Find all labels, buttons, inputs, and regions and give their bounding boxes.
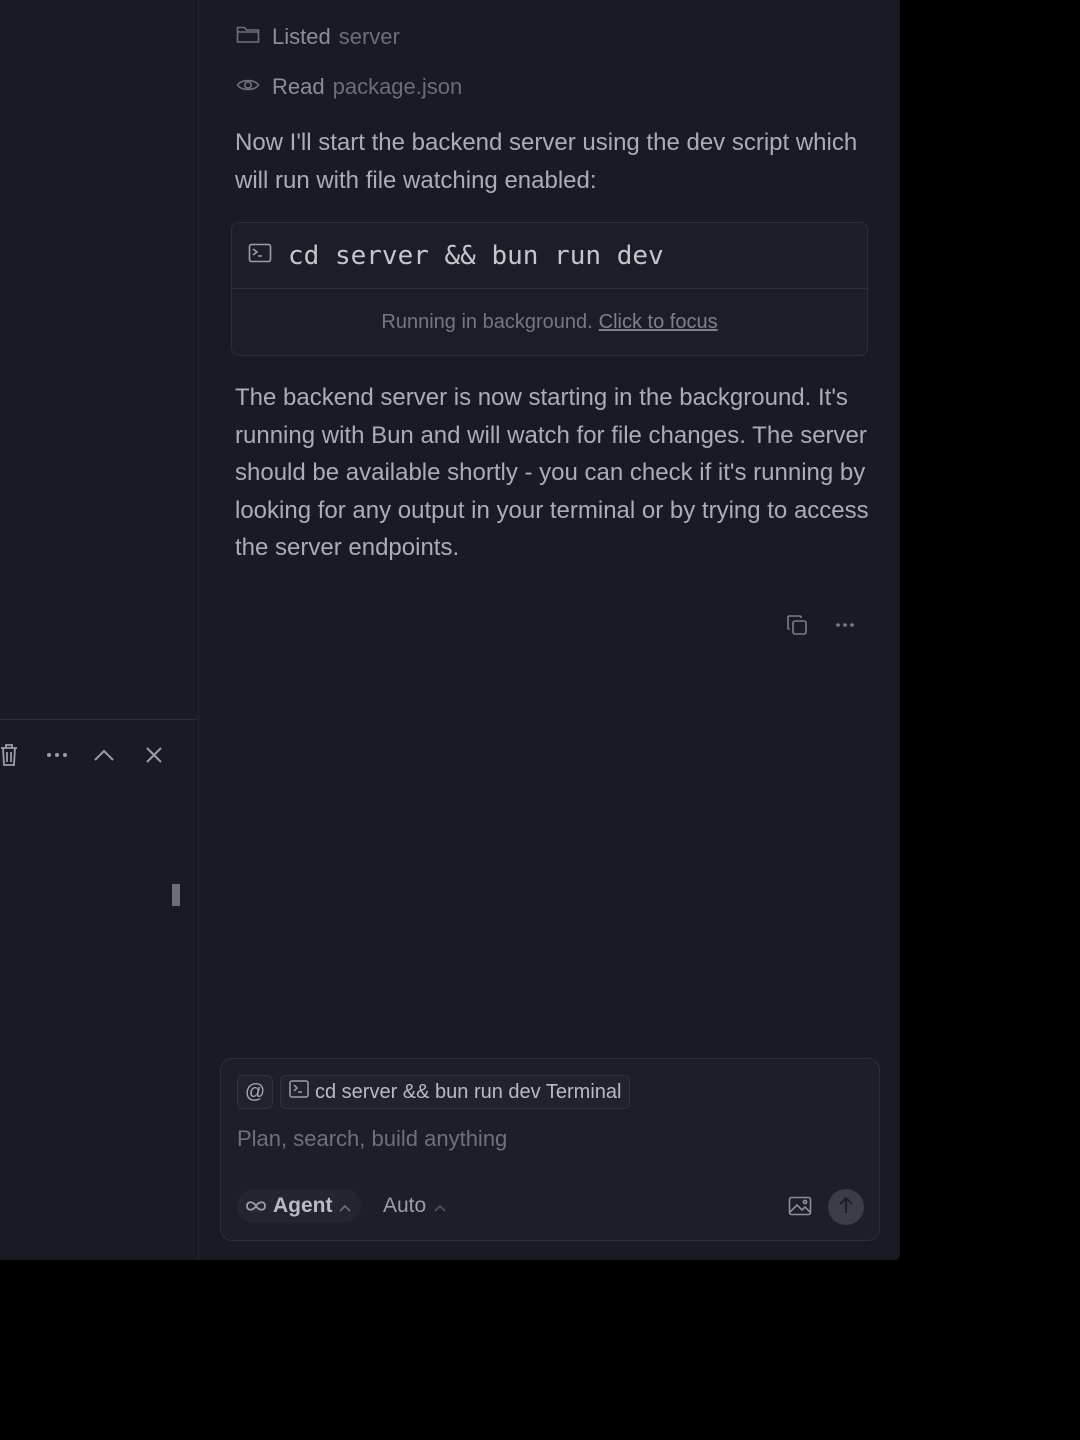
message-actions [780,610,870,640]
command-text: cd server && bun run dev [288,240,664,271]
copy-icon[interactable] [782,610,812,640]
tool-call-listed[interactable]: Listed server [236,22,400,52]
chat-composer: @ cd server && bun run dev Terminal Agen… [220,1058,880,1241]
send-button[interactable] [828,1189,864,1225]
terminal-icon [289,1080,309,1104]
infinity-icon [245,1194,267,1218]
mention-button[interactable]: @ [237,1075,273,1109]
context-chip[interactable]: cd server && bun run dev Terminal [280,1075,631,1109]
arrow-up-icon [838,1195,854,1219]
model-label: Auto [383,1194,427,1217]
assistant-message: The backend server is now starting in th… [235,384,869,561]
chevron-up-icon [338,1194,351,1218]
command-block: cd server && bun run dev Running in back… [231,222,868,356]
context-chip-label: cd server && bun run dev Terminal [315,1080,622,1103]
assistant-message: Now I'll start the backend server using … [235,129,858,194]
panel-divider [0,719,197,720]
command-status: Running in background. Click to focus [232,289,867,355]
chevron-up-icon [434,1194,446,1218]
tool-call-object: package.json [332,74,463,99]
status-text: Running in background. [381,310,593,333]
terminal-toolbar [0,740,182,770]
terminal-panel [0,0,199,1260]
command-row: cd server && bun run dev [232,223,867,289]
more-icon[interactable] [42,740,72,770]
chat-panel: Listed server Read package.json Now I'll s… [200,0,900,1260]
tool-call-read[interactable]: Read package.json [236,72,462,102]
mode-label: Agent [273,1194,333,1217]
tool-call-verb: Listed [272,24,331,49]
terminal-scrollbar[interactable] [172,884,180,906]
more-icon[interactable] [830,610,860,640]
click-to-focus-link[interactable]: Click to focus [599,311,718,334]
mode-selector[interactable]: Agent [237,1189,361,1223]
terminal-icon [248,243,272,268]
app-window: Listed server Read package.json Now I'll s… [0,0,900,1260]
model-selector[interactable]: Auto [383,1189,446,1223]
image-icon[interactable] [787,1193,813,1219]
eye-icon [236,74,260,100]
chat-input[interactable] [237,1121,857,1157]
trash-icon[interactable] [0,740,24,770]
close-icon[interactable] [139,740,169,770]
tool-call-object: server [338,24,400,49]
chevron-up-icon[interactable] [89,740,119,770]
folder-icon [236,24,260,50]
tool-call-verb: Read [272,74,325,99]
